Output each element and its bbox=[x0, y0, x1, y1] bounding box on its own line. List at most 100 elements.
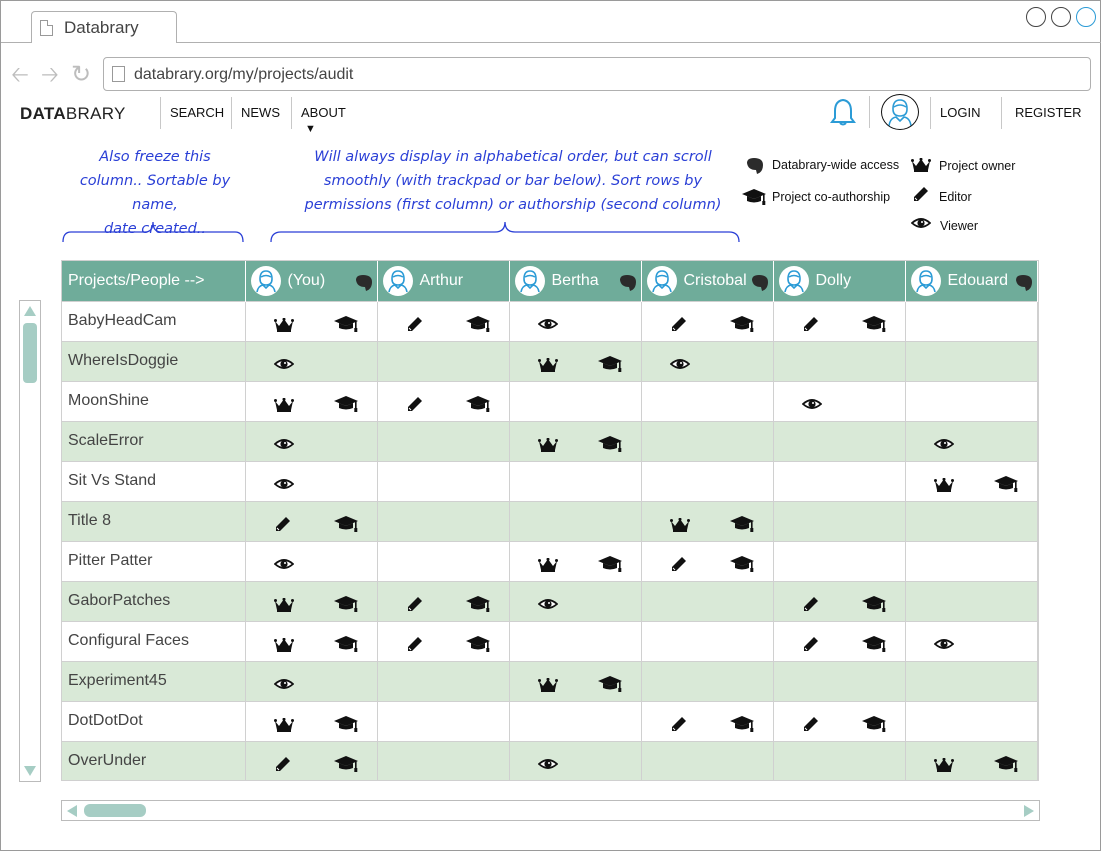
project-name[interactable]: BabyHeadCam bbox=[62, 300, 246, 341]
graduation-cap-icon[interactable] bbox=[465, 315, 491, 333]
permission-cell[interactable] bbox=[509, 620, 642, 661]
graduation-cap-icon[interactable] bbox=[993, 475, 1019, 493]
permission-cell[interactable] bbox=[641, 500, 774, 541]
permission-cell[interactable] bbox=[377, 740, 510, 780]
permission-cell[interactable] bbox=[377, 540, 510, 581]
graduation-cap-icon[interactable] bbox=[333, 715, 359, 733]
horizontal-scroll-thumb[interactable] bbox=[84, 804, 146, 817]
permission-cell[interactable] bbox=[377, 500, 510, 541]
graduation-cap-icon[interactable] bbox=[333, 755, 359, 773]
permission-cell[interactable] bbox=[245, 380, 378, 421]
pencil-icon[interactable] bbox=[671, 556, 687, 572]
project-name[interactable]: MoonShine bbox=[62, 380, 246, 421]
browser-tab[interactable]: Databrary bbox=[31, 11, 177, 43]
table-row[interactable]: BabyHeadCam bbox=[62, 300, 1038, 341]
pencil-icon[interactable] bbox=[407, 596, 423, 612]
forward-arrow-icon[interactable]: 🡢 bbox=[41, 64, 59, 86]
permission-cell[interactable] bbox=[245, 620, 378, 661]
permission-cell[interactable] bbox=[641, 620, 774, 661]
pencil-icon[interactable] bbox=[803, 316, 819, 332]
permission-cell[interactable] bbox=[245, 700, 378, 741]
vertical-scrollbar[interactable] bbox=[19, 300, 41, 782]
project-name[interactable]: Experiment45 bbox=[62, 660, 246, 701]
permission-cell[interactable] bbox=[905, 460, 1038, 501]
permission-cell[interactable] bbox=[641, 700, 774, 741]
eye-icon[interactable] bbox=[802, 398, 822, 410]
table-row[interactable]: Sit Vs Stand bbox=[62, 460, 1038, 501]
eye-icon[interactable] bbox=[934, 438, 954, 450]
eye-icon[interactable] bbox=[670, 358, 690, 370]
permission-cell[interactable] bbox=[377, 580, 510, 621]
permission-cell[interactable] bbox=[245, 300, 378, 341]
graduation-cap-icon[interactable] bbox=[333, 595, 359, 613]
permission-cell[interactable] bbox=[773, 620, 906, 661]
permission-cell[interactable] bbox=[377, 700, 510, 741]
bell-icon[interactable] bbox=[830, 98, 856, 126]
permission-cell[interactable] bbox=[905, 500, 1038, 541]
permission-cell[interactable] bbox=[245, 740, 378, 780]
address-bar[interactable]: databrary.org/my/projects/audit bbox=[103, 57, 1091, 91]
table-row[interactable]: OverUnder bbox=[62, 740, 1038, 780]
permission-cell[interactable] bbox=[773, 420, 906, 461]
graduation-cap-icon[interactable] bbox=[861, 315, 887, 333]
table-row[interactable]: GaborPatches bbox=[62, 580, 1038, 621]
permission-cell[interactable] bbox=[641, 540, 774, 581]
permission-cell[interactable] bbox=[509, 460, 642, 501]
graduation-cap-icon[interactable] bbox=[993, 755, 1019, 773]
project-name[interactable]: Title 8 bbox=[62, 500, 246, 541]
permission-cell[interactable] bbox=[641, 460, 774, 501]
back-arrow-icon[interactable]: 🡠 bbox=[11, 64, 29, 86]
permission-cell[interactable] bbox=[773, 500, 906, 541]
permission-cell[interactable] bbox=[641, 660, 774, 701]
table-row[interactable]: MoonShine bbox=[62, 380, 1038, 421]
permission-cell[interactable] bbox=[641, 740, 774, 780]
crown-icon[interactable] bbox=[274, 598, 294, 612]
permission-cell[interactable] bbox=[905, 340, 1038, 381]
scroll-right-icon[interactable] bbox=[1022, 804, 1036, 818]
permission-cell[interactable] bbox=[245, 340, 378, 381]
corner-header[interactable]: Projects/People --> bbox=[62, 261, 246, 301]
permission-cell[interactable] bbox=[773, 300, 906, 341]
permission-cell[interactable] bbox=[509, 500, 642, 541]
permission-cell[interactable] bbox=[245, 580, 378, 621]
pencil-icon[interactable] bbox=[671, 316, 687, 332]
permission-cell[interactable] bbox=[773, 700, 906, 741]
graduation-cap-icon[interactable] bbox=[465, 595, 491, 613]
window-close-button[interactable] bbox=[1026, 7, 1046, 27]
permission-cell[interactable] bbox=[509, 740, 642, 780]
project-name[interactable]: OverUnder bbox=[62, 740, 246, 780]
nav-news[interactable]: NEWS bbox=[231, 97, 291, 129]
permission-cell[interactable] bbox=[641, 420, 774, 461]
permissions-grid[interactable]: Projects/People --> (You) Arthur Bertha Cri… bbox=[61, 260, 1039, 781]
project-name[interactable]: ScaleError bbox=[62, 420, 246, 461]
permission-cell[interactable] bbox=[509, 660, 642, 701]
permission-cell[interactable] bbox=[509, 300, 642, 341]
person-header[interactable]: Bertha bbox=[509, 261, 642, 301]
crown-icon[interactable] bbox=[274, 398, 294, 412]
crown-icon[interactable] bbox=[934, 758, 954, 772]
permission-cell[interactable] bbox=[773, 340, 906, 381]
graduation-cap-icon[interactable] bbox=[465, 635, 491, 653]
permission-cell[interactable] bbox=[641, 580, 774, 621]
scroll-up-icon[interactable] bbox=[23, 304, 37, 318]
permission-cell[interactable] bbox=[509, 700, 642, 741]
permission-cell[interactable] bbox=[905, 380, 1038, 421]
eye-icon[interactable] bbox=[274, 678, 294, 690]
permission-cell[interactable] bbox=[773, 540, 906, 581]
permission-cell[interactable] bbox=[245, 460, 378, 501]
vertical-scroll-thumb[interactable] bbox=[23, 323, 37, 383]
register-link[interactable]: REGISTER bbox=[1001, 97, 1100, 129]
graduation-cap-icon[interactable] bbox=[729, 715, 755, 733]
graduation-cap-icon[interactable] bbox=[597, 675, 623, 693]
crown-icon[interactable] bbox=[538, 678, 558, 692]
permission-cell[interactable] bbox=[773, 580, 906, 621]
graduation-cap-icon[interactable] bbox=[729, 515, 755, 533]
person-header[interactable]: Edouard bbox=[905, 261, 1038, 301]
profile-avatar-icon[interactable] bbox=[881, 94, 919, 130]
permission-cell[interactable] bbox=[509, 420, 642, 461]
permission-cell[interactable] bbox=[509, 380, 642, 421]
project-name[interactable]: DotDotDot bbox=[62, 700, 246, 741]
permission-cell[interactable] bbox=[377, 460, 510, 501]
pencil-icon[interactable] bbox=[275, 756, 291, 772]
table-row[interactable]: WhereIsDoggie bbox=[62, 340, 1038, 381]
